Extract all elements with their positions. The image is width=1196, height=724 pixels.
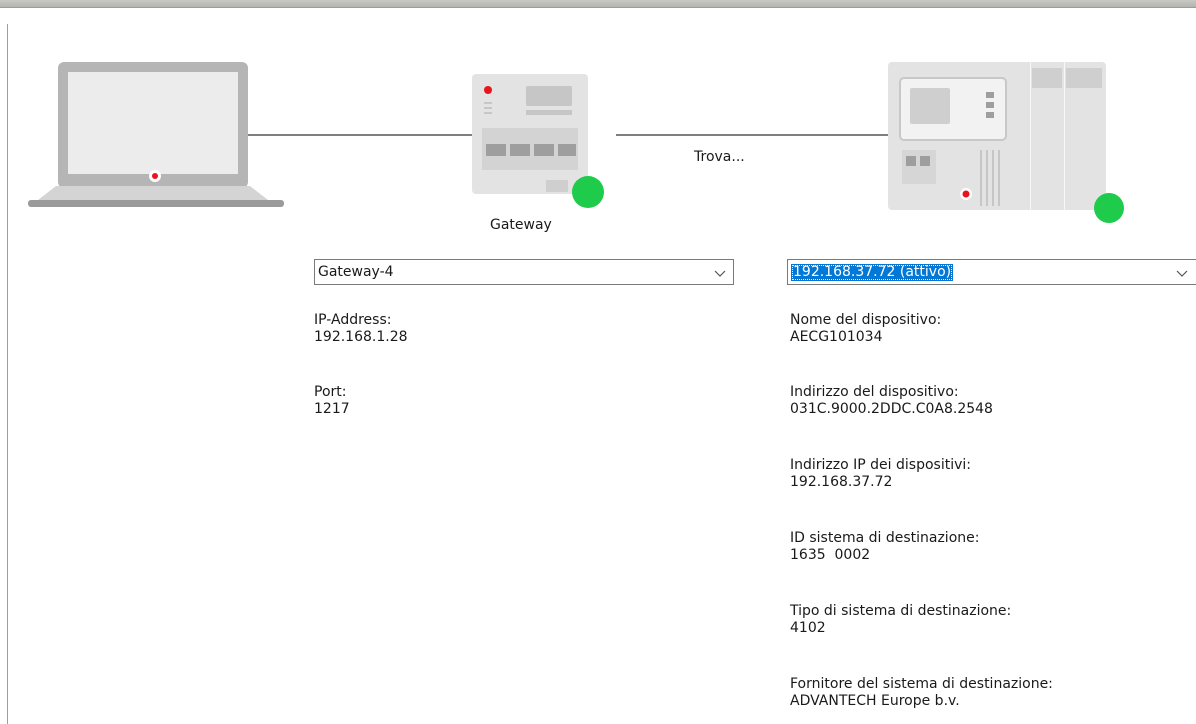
gateway-info-ip: IP-Address: 192.168.1.28 [314, 312, 408, 346]
device-info-vendor: Fornitore del sistema di destinazione: A… [790, 676, 1053, 710]
gateway-select[interactable]: Gateway-4 [314, 259, 734, 285]
field-value: 1635 0002 [790, 547, 871, 563]
left-panel-divider [7, 24, 8, 724]
device-select[interactable]: 192.168.37.72 (attivo) [787, 259, 1196, 285]
field-label: Fornitore del sistema di destinazione: [790, 676, 1053, 692]
laptop-icon [28, 62, 284, 207]
field-label: Indirizzo IP dei dispositivi: [790, 457, 971, 473]
search-status-text: Trova... [694, 149, 745, 165]
chevron-down-icon [714, 270, 726, 277]
field-value: AECG101034 [790, 329, 883, 345]
connection-line-gateway-device [616, 134, 888, 136]
window-top-border [0, 0, 1196, 8]
field-label: IP-Address: [314, 312, 392, 328]
target-system-icon [888, 62, 1124, 223]
chevron-down-icon [1176, 270, 1188, 277]
device-info-system-id: ID sistema di destinazione: 1635 0002 [790, 530, 979, 564]
device-select-value: 192.168.37.72 (attivo) [791, 264, 954, 281]
field-value: 1217 [314, 401, 350, 417]
gateway-info-port: Port: 1217 [314, 384, 350, 418]
field-value: 192.168.1.28 [314, 329, 408, 345]
field-value: 4102 [790, 620, 826, 636]
device-info-system-type: Tipo di sistema di destinazione: 4102 [790, 603, 1011, 637]
field-label: Port: [314, 384, 347, 400]
gateway-caption: Gateway [490, 217, 552, 233]
gateway-device-icon [472, 74, 604, 208]
field-value: 192.168.37.72 [790, 474, 893, 490]
field-label: Indirizzo del dispositivo: [790, 384, 959, 400]
field-value: ADVANTECH Europe b.v. [790, 693, 960, 709]
device-info-address: Indirizzo del dispositivo: 031C.9000.2DD… [790, 384, 993, 418]
device-info-ip: Indirizzo IP dei dispositivi: 192.168.37… [790, 457, 971, 491]
gateway-select-value: Gateway-4 [318, 264, 394, 280]
device-info-name: Nome del dispositivo: AECG101034 [790, 312, 941, 346]
field-label: Nome del dispositivo: [790, 312, 942, 328]
field-value: 031C.9000.2DDC.C0A8.2548 [790, 401, 993, 417]
field-label: Tipo di sistema di destinazione: [790, 603, 1012, 619]
field-label: ID sistema di destinazione: [790, 530, 980, 546]
